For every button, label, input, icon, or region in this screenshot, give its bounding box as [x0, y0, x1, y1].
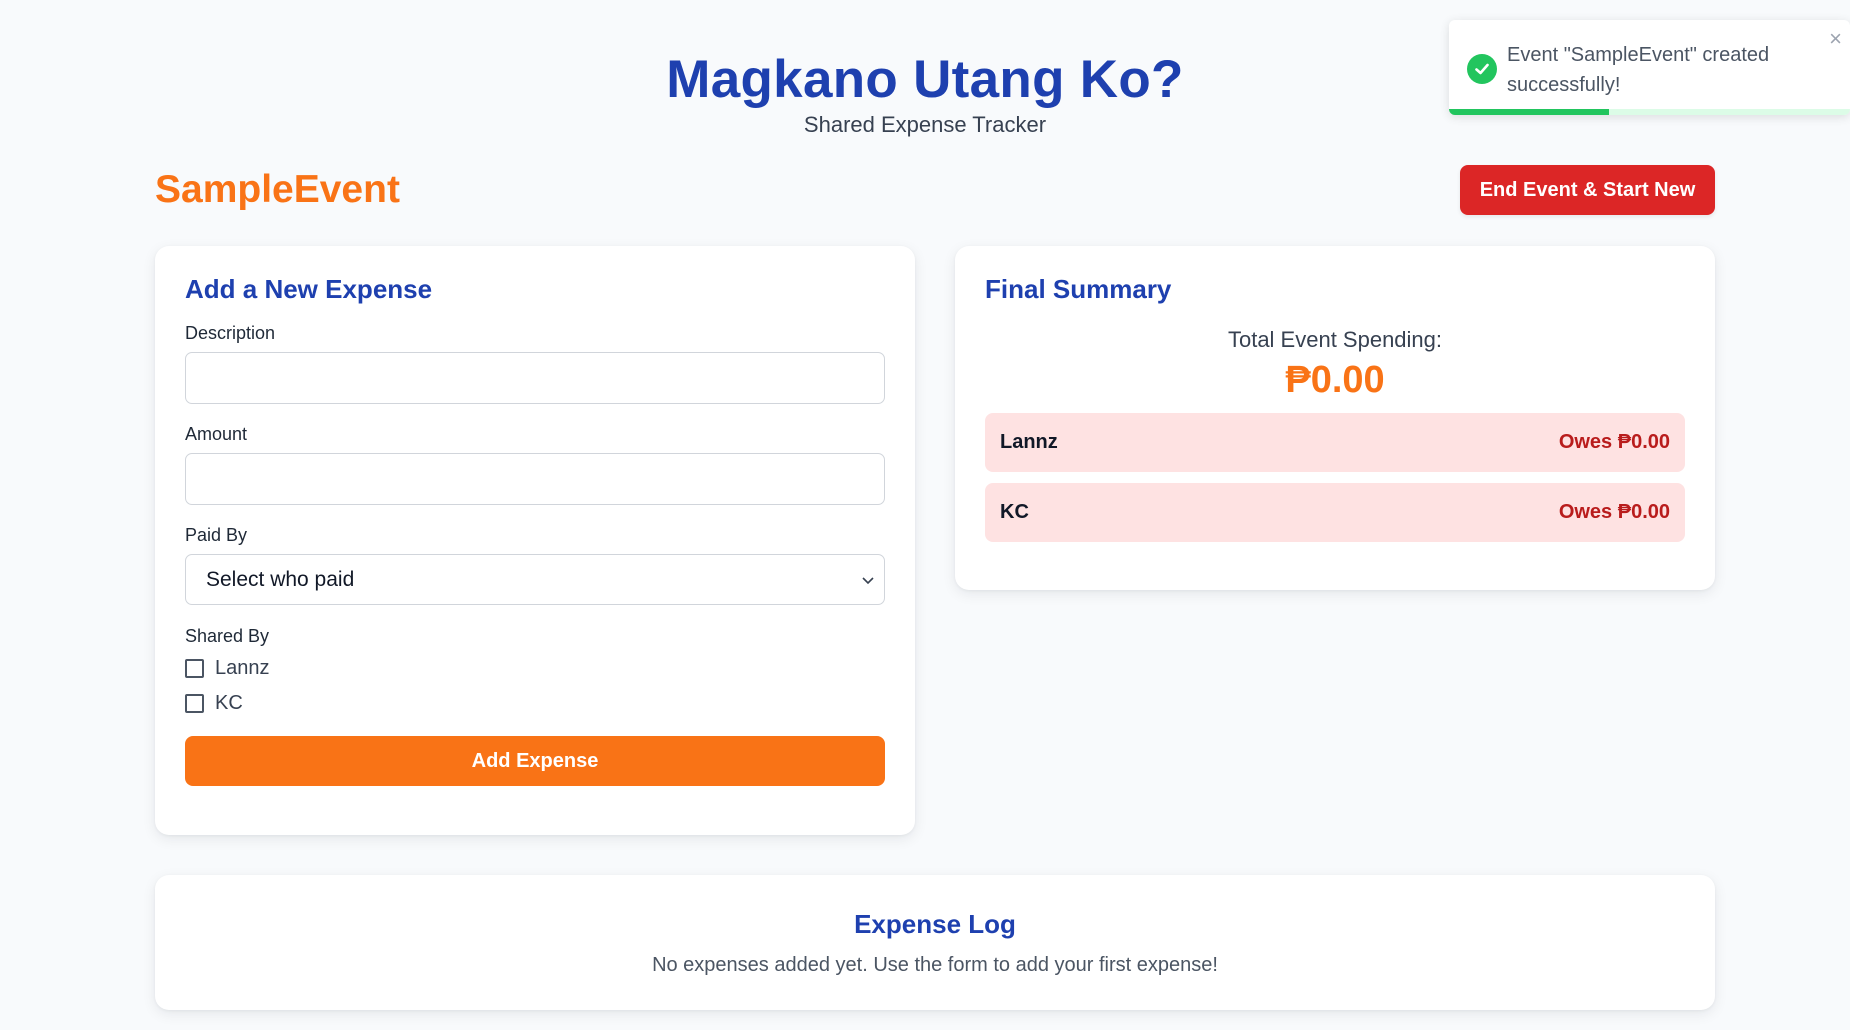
amount-input[interactable]	[185, 453, 885, 505]
balance-owes: Owes ₱0.00	[1558, 431, 1670, 453]
total-spending-value: ₱0.00	[1285, 359, 1385, 401]
event-bar: SampleEvent End Event & Start New	[155, 165, 1715, 215]
shared-by-option-label: KC	[215, 692, 243, 714]
expense-log-title: Expense Log	[854, 909, 1016, 939]
toast-progress-bar	[1449, 109, 1610, 115]
paid-by-label: Paid By	[185, 525, 248, 545]
check-circle-icon	[1467, 54, 1497, 84]
total-spending-label: Total Event Spending:	[1227, 327, 1443, 352]
shared-by-option-label: Lannz	[215, 657, 270, 679]
description-input[interactable]	[185, 352, 885, 404]
balance-person-name: KC	[1000, 501, 1029, 523]
balance-person-name: Lannz	[1000, 431, 1058, 453]
balance-row: KC Owes ₱0.00	[985, 483, 1685, 542]
chevron-down-icon	[862, 572, 874, 588]
description-label: Description	[185, 323, 276, 343]
shared-by-label: Shared By	[185, 626, 270, 646]
amount-group: Amount	[185, 424, 885, 505]
expense-log-card: Expense Log No expenses added yet. Use t…	[155, 875, 1715, 1010]
checkbox[interactable]	[185, 659, 204, 678]
paid-by-select[interactable]: Select who paid	[185, 554, 885, 605]
add-expense-card: Add a New Expense Description Amount Pai…	[155, 246, 915, 835]
checkbox[interactable]	[185, 694, 204, 713]
toast-progress-track	[1449, 109, 1850, 115]
end-event-button[interactable]: End Event & Start New	[1460, 165, 1715, 215]
add-expense-button[interactable]: Add Expense	[185, 736, 885, 786]
close-icon[interactable]: ×	[1829, 26, 1842, 52]
shared-by-group: Shared By Lannz KC	[185, 626, 885, 721]
paid-by-group: Paid By Select who paid	[185, 525, 885, 605]
event-name: SampleEvent	[155, 168, 400, 211]
description-group: Description	[185, 323, 885, 404]
success-toast[interactable]: Event "SampleEvent" created successfully…	[1449, 20, 1850, 115]
shared-by-option-lannz[interactable]: Lannz	[185, 651, 885, 686]
final-summary-title: Final Summary	[985, 274, 1172, 304]
add-expense-title: Add a New Expense	[185, 274, 433, 304]
paid-by-selected-value: Select who paid	[206, 567, 355, 591]
balance-owes: Owes ₱0.00	[1558, 501, 1670, 523]
shared-by-option-kc[interactable]: KC	[185, 686, 885, 721]
toast-message: Event "SampleEvent" created successfully…	[1507, 44, 1770, 96]
balances-list: Lannz Owes ₱0.00 KC Owes ₱0.00	[985, 413, 1685, 542]
expense-log-empty-message: No expenses added yet. Use the form to a…	[652, 954, 1218, 976]
final-summary-card: Final Summary Total Event Spending: ₱0.0…	[955, 246, 1715, 590]
app-subtitle: Shared Expense Tracker	[803, 111, 1047, 137]
amount-label: Amount	[185, 424, 248, 444]
balance-row: Lannz Owes ₱0.00	[985, 413, 1685, 472]
